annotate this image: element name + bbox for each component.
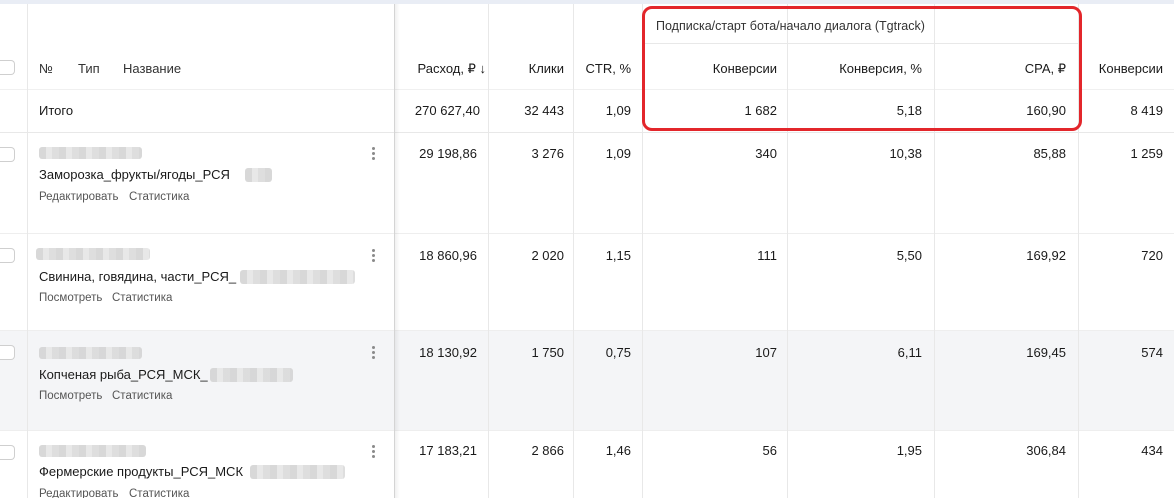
totals-label: Итого [39, 103, 74, 118]
row-conversion-rate: 5,50 [896, 248, 922, 263]
row-ctr: 1,15 [605, 248, 631, 263]
column-divider [488, 4, 489, 498]
column-divider [573, 4, 574, 498]
row-checkbox[interactable] [0, 147, 15, 162]
edit-link[interactable]: Редактировать [39, 189, 118, 205]
totals-spend: 270 627,40 [414, 103, 480, 118]
row-conversions-next: 1 259 [1130, 146, 1163, 161]
row-conversions: 107 [755, 345, 777, 360]
row-conversions-next: 574 [1141, 345, 1163, 360]
row-cpa: 169,45 [1026, 345, 1066, 360]
row-divider [0, 233, 1174, 234]
redacted-name-suffix [240, 270, 355, 284]
frozen-column-shadow [394, 4, 400, 498]
row-conversions-next: 720 [1141, 248, 1163, 263]
row-ctr: 1,46 [605, 443, 631, 458]
row-ctr: 1,09 [605, 146, 631, 161]
statistics-link[interactable]: Статистика [129, 189, 189, 205]
redacted-id [39, 445, 146, 457]
row-conversions: 111 [757, 248, 777, 263]
row-spend: 18 860,96 [419, 248, 477, 263]
highlight-annotation-box [642, 6, 1082, 131]
row-divider [0, 330, 1174, 331]
more-vertical-icon[interactable] [366, 345, 380, 361]
totals-divider [0, 132, 1174, 133]
totals-clicks: 32 443 [524, 103, 564, 118]
row-spend: 17 183,21 [419, 443, 477, 458]
row-conversion-rate: 10,38 [889, 146, 922, 161]
col-header-number[interactable]: № [39, 61, 53, 77]
redacted-id [39, 147, 142, 159]
redacted-id [39, 347, 142, 359]
view-link[interactable]: Посмотреть [39, 290, 102, 306]
row-conversion-rate: 1,95 [896, 443, 922, 458]
col-header-conversions-next[interactable]: Конверсии [1099, 61, 1163, 77]
campaign-name[interactable]: Фермерские продукты_РСЯ_МСК [39, 464, 243, 480]
row-conversion-rate: 6,11 [897, 345, 922, 360]
row-conversions: 340 [755, 146, 777, 161]
col-header-spend[interactable]: Расход, ₽ ↓ [418, 61, 486, 77]
campaign-name[interactable]: Заморозка_фрукты/ягоды_РСЯ [39, 167, 230, 183]
more-vertical-icon[interactable] [366, 146, 380, 162]
redacted-id [36, 248, 150, 260]
row-ctr: 0,75 [605, 345, 631, 360]
top-strip [0, 0, 1174, 4]
statistics-link[interactable]: Статистика [112, 388, 172, 404]
more-vertical-icon[interactable] [366, 444, 380, 460]
row-spend: 29 198,86 [419, 146, 477, 161]
select-all-checkbox[interactable] [0, 60, 15, 75]
row-cpa: 306,84 [1026, 443, 1066, 458]
col-header-type[interactable]: Тип [78, 61, 100, 77]
row-clicks: 2 866 [531, 443, 564, 458]
row-checkbox[interactable] [0, 248, 15, 263]
campaign-name[interactable]: Копченая рыба_РСЯ_МСК_ [39, 367, 208, 383]
totals-conversions-next: 8 419 [1130, 103, 1163, 118]
col-header-ctr[interactable]: CTR, % [586, 61, 632, 77]
edit-link[interactable]: Редактировать [39, 486, 118, 498]
row-clicks: 3 276 [531, 146, 564, 161]
row-spend: 18 130,92 [419, 345, 477, 360]
row-divider [0, 430, 1174, 431]
column-divider [27, 4, 28, 498]
statistics-link[interactable]: Статистика [112, 290, 172, 306]
row-conversions-next: 434 [1141, 443, 1163, 458]
row-clicks: 2 020 [531, 248, 564, 263]
redacted-name-suffix [210, 368, 293, 382]
row-clicks: 1 750 [531, 345, 564, 360]
row-conversions: 56 [762, 443, 777, 458]
totals-ctr: 1,09 [605, 103, 631, 118]
view-link[interactable]: Посмотреть [39, 388, 102, 404]
statistics-link[interactable]: Статистика [129, 486, 189, 498]
redacted-name-suffix [245, 168, 272, 182]
campaign-name[interactable]: Свинина, говядина, части_РСЯ_ [39, 269, 236, 285]
row-cpa: 169,92 [1026, 248, 1066, 263]
col-header-name[interactable]: Название [123, 61, 181, 77]
row-checkbox[interactable] [0, 345, 15, 360]
col-header-clicks[interactable]: Клики [529, 61, 564, 77]
row-cpa: 85,88 [1033, 146, 1066, 161]
row-checkbox[interactable] [0, 445, 15, 460]
redacted-name-suffix [250, 465, 345, 479]
more-vertical-icon[interactable] [366, 248, 380, 264]
